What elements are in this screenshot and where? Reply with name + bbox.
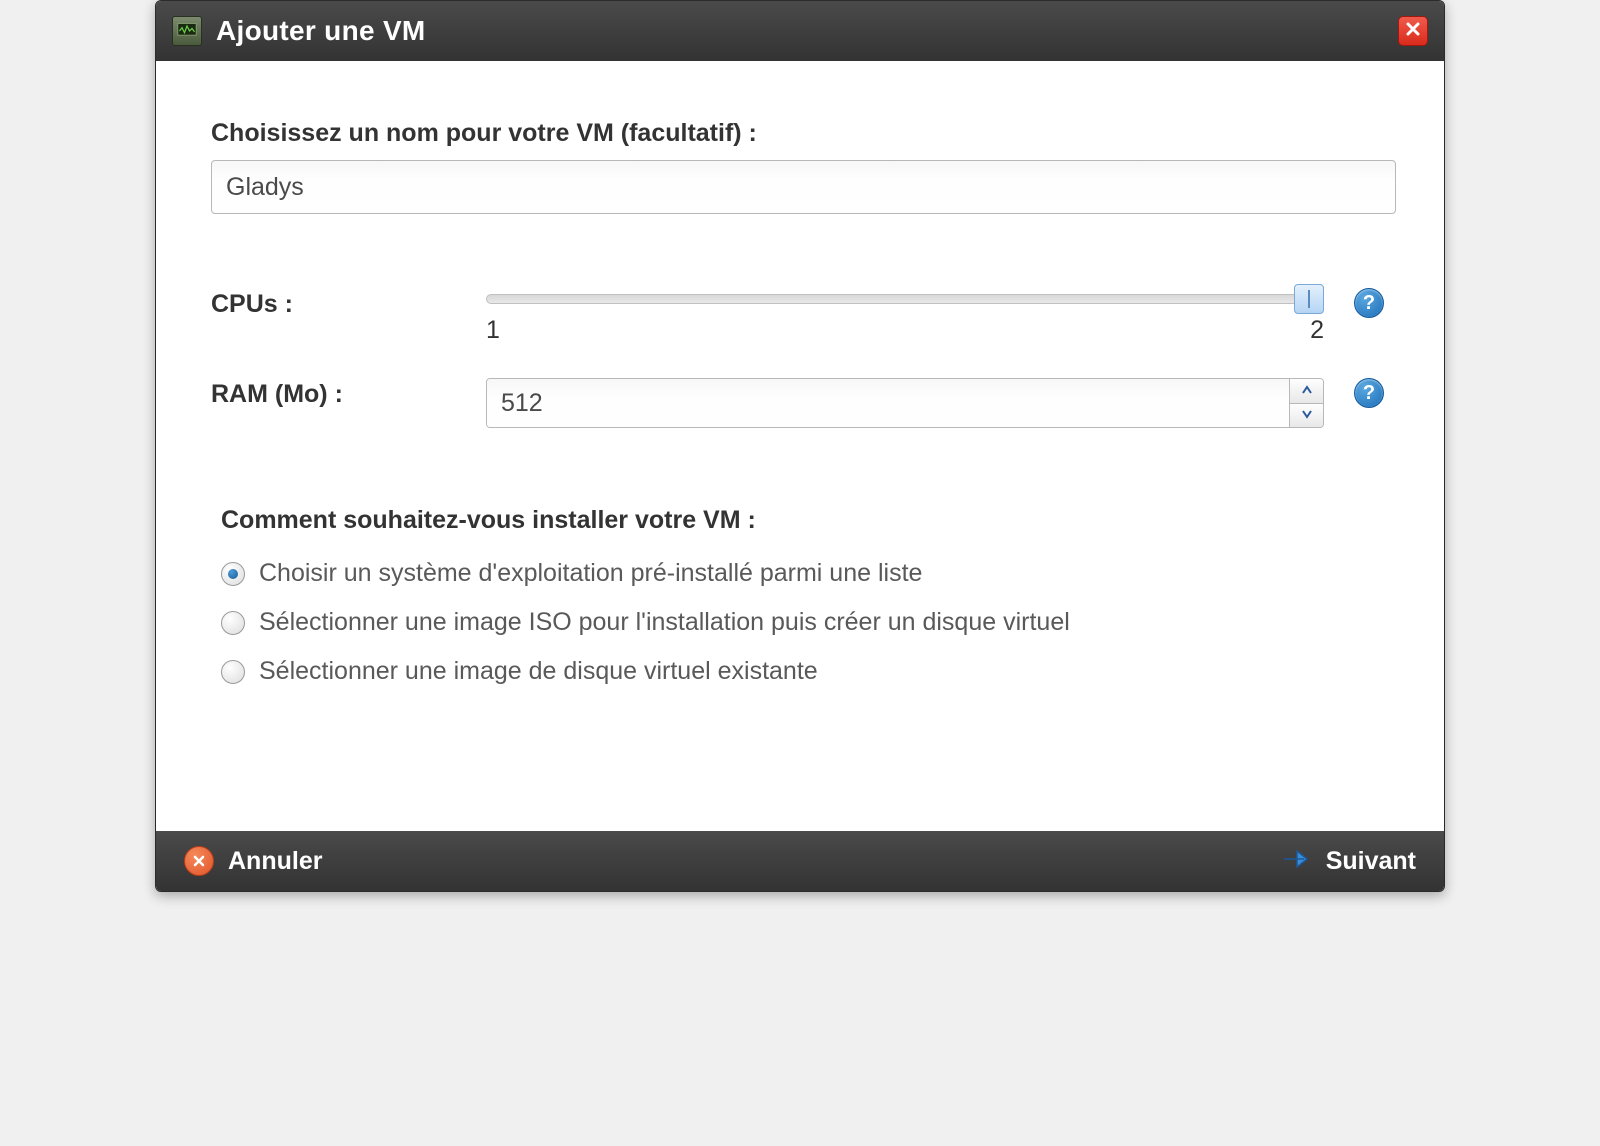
next-button[interactable]: Suivant <box>1282 847 1416 876</box>
slider-track <box>486 294 1324 304</box>
ram-spinner <box>486 378 1324 428</box>
ram-increment-button[interactable] <box>1290 379 1323 404</box>
install-option-label: Sélectionner une image ISO pour l'instal… <box>259 608 1070 637</box>
cpu-max-tick: 2 <box>1310 316 1324 345</box>
spinner-buttons <box>1289 379 1323 427</box>
install-option-label: Choisir un système d'exploitation pré-in… <box>259 559 922 588</box>
install-option-preinstalled[interactable]: Choisir un système d'exploitation pré-in… <box>211 549 1389 598</box>
install-option-label: Sélectionner une image de disque virtuel… <box>259 657 818 686</box>
slider-handle[interactable] <box>1294 284 1324 314</box>
ram-label: RAM (Mo) : <box>211 378 486 409</box>
help-icon: ? <box>1363 382 1375 405</box>
install-option-existing-disk[interactable]: Sélectionner une image de disque virtuel… <box>211 647 1389 696</box>
vm-name-input[interactable] <box>211 160 1396 214</box>
app-icon <box>172 16 202 46</box>
install-section: Comment souhaitez-vous installer votre V… <box>211 506 1389 696</box>
ram-input[interactable] <box>487 379 1289 427</box>
ram-decrement-button[interactable] <box>1290 404 1323 428</box>
cancel-button[interactable]: Annuler <box>184 846 322 876</box>
cpu-min-tick: 1 <box>486 316 500 345</box>
radio-icon <box>221 611 245 635</box>
vm-name-label: Choisissez un nom pour votre VM (faculta… <box>211 119 1389 148</box>
chevron-down-icon <box>1301 406 1313 424</box>
install-heading: Comment souhaitez-vous installer votre V… <box>221 506 1389 535</box>
cancel-label: Annuler <box>228 847 322 876</box>
chevron-up-icon <box>1301 382 1313 400</box>
cpu-row: CPUs : 1 2 ? <box>211 288 1389 348</box>
install-option-iso[interactable]: Sélectionner une image ISO pour l'instal… <box>211 598 1389 647</box>
ram-help-wrap: ? <box>1324 378 1384 408</box>
add-vm-dialog: Ajouter une VM Choisissez un nom pour vo… <box>155 0 1445 892</box>
cancel-icon <box>184 846 214 876</box>
dialog-title: Ajouter une VM <box>216 15 426 47</box>
slider-ticks: 1 2 <box>486 316 1324 345</box>
cpu-help-button[interactable]: ? <box>1354 288 1384 318</box>
arrow-right-icon <box>1282 847 1312 876</box>
next-label: Suivant <box>1326 847 1416 876</box>
cpu-slider[interactable]: 1 2 <box>486 288 1324 348</box>
cpu-label: CPUs : <box>211 288 486 319</box>
ram-row: RAM (Mo) : <box>211 378 1389 428</box>
cpu-slider-control: 1 2 <box>486 288 1324 348</box>
ram-spinner-control <box>486 378 1324 428</box>
dialog-footer: Annuler Suivant <box>156 831 1444 891</box>
titlebar-left: Ajouter une VM <box>172 15 426 47</box>
close-icon <box>1405 21 1421 42</box>
dialog-content: Choisissez un nom pour votre VM (faculta… <box>156 61 1444 831</box>
titlebar: Ajouter une VM <box>156 1 1444 61</box>
close-button[interactable] <box>1398 16 1428 46</box>
cpu-help-wrap: ? <box>1324 288 1384 318</box>
help-icon: ? <box>1363 292 1375 315</box>
radio-icon <box>221 562 245 586</box>
vm-name-group: Choisissez un nom pour votre VM (faculta… <box>211 119 1389 214</box>
resources-section: CPUs : 1 2 ? <box>211 288 1389 428</box>
radio-icon <box>221 660 245 684</box>
ram-help-button[interactable]: ? <box>1354 378 1384 408</box>
